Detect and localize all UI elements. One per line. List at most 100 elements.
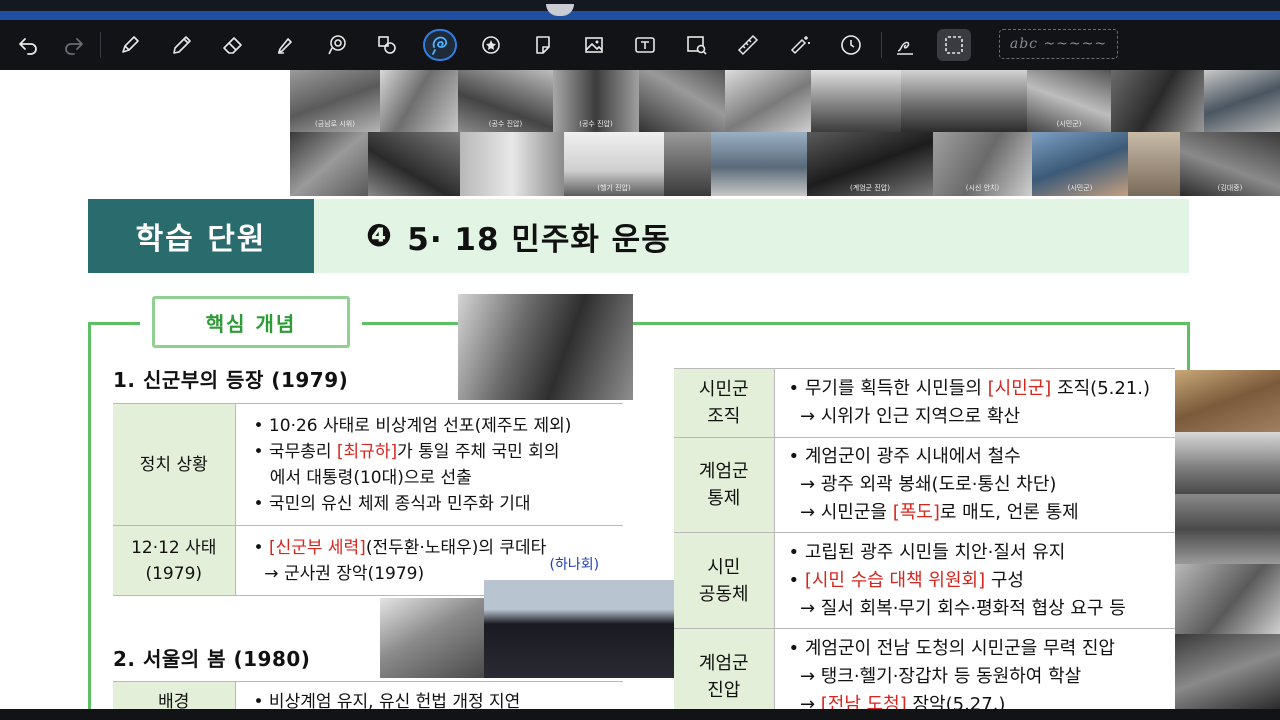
table-row: 계엄군 진압 • 계엄군이 전남 도청의 시민군을 무력 진압 → 탱크·헬기·… [674,628,1176,720]
historical-photo [460,132,564,196]
line-text: → 탱크·헬기·장갑차 등 동원하여 학살 [788,666,1082,687]
line-text: • [253,537,269,558]
row-label: 정치 상황 [113,403,236,526]
eraser-icon [223,37,242,54]
content-line: • 계엄군이 전남 도청의 시민군을 무력 진압 [789,635,1176,663]
content-line: • 국민의 유신 체제 종식과 민주화 기대 [254,491,624,517]
pencil-tool-button[interactable] [165,29,199,61]
drawing-toolbar: abc ~~~~~ [0,20,1280,70]
highlighter-tool-button[interactable] [268,29,302,61]
row-label: 시민군 조직 [674,368,775,438]
row-label-line: 진압 [707,679,741,701]
row-label-line: (1979) [145,563,203,584]
historical-photo [368,132,460,196]
text-box-button[interactable] [628,29,662,61]
eraser-tool-button[interactable] [216,29,250,61]
historical-photo [711,132,807,196]
line-text: • [788,569,805,591]
unit-title-bar: ❹ 5· 18 민주화 운동 [314,199,1189,273]
timer-icon [841,35,861,55]
pencil-icon [173,36,191,54]
historical-photo [1111,70,1204,132]
unit-title: 5· 18 민주화 운동 [407,221,671,258]
photo-caption: (공수 진압) [579,120,613,128]
table-row: 정치 상황 • 10·26 사태로 비상계엄 선포(제주도 제외) • 국무총리… [113,403,624,526]
historical-photo [725,70,811,132]
line-text: • 국민의 유신 체제 종식과 민주화 기대 [253,493,531,514]
highlighter-icon [278,38,292,54]
pen-tool-button[interactable] [113,29,147,61]
line-text: → 군사권 장악(1979) [253,563,425,584]
text-box-icon [635,37,655,53]
section-heading: 2. 서울의 봄 (1980) [113,647,311,671]
sticky-note-button[interactable] [526,29,560,61]
photo-caption: (계엄군 진압) [850,184,890,192]
historical-photo: (계엄군 진압) [807,132,933,196]
selection-tool-button[interactable] [937,29,971,61]
shapes-tool-button[interactable] [370,29,404,61]
magic-wand-icon [790,36,810,55]
historical-photo [811,70,901,132]
redo-button[interactable] [57,29,91,61]
historical-photo [290,132,368,196]
text-style-preview[interactable]: abc ~~~~~ [999,29,1118,59]
undo-icon [19,38,37,55]
shapes-icon [378,36,396,54]
content-line: → 탱크·헬기·장갑차 등 동원하여 학살 [789,663,1176,691]
window-accent-line [0,11,1280,20]
row-label-line: 12·12 사태 [131,537,217,558]
unit-number: ❹ [366,218,394,254]
historical-photo: (공수 진압) [458,70,553,132]
photo-caption: (시민군) [1067,184,1093,192]
magic-wand-button[interactable] [783,29,817,61]
line-text: (전두환·노태우)의 쿠데타 [365,537,547,558]
content-line: • 고립된 광주 시민들 치안·질서 유지 [789,539,1176,567]
historical-photo: (김대중) [1180,132,1280,196]
image-search-icon [687,36,707,55]
row-content: • 계엄군이 광주 시내에서 철수 → 광주 외곽 봉쇄(도로·통신 차단) →… [774,437,1176,533]
photo-caption: (공수 진압) [488,120,523,128]
keyword-highlight: [시민군] [987,378,1052,399]
line-text: → 시민군을 [788,502,893,523]
line-text: • 국무총리 [253,441,337,462]
ruler-tool-button[interactable] [731,29,765,61]
table-row: 시민 공동체 • 고립된 광주 시민들 치안·질서 유지 • [시민 수습 대책… [674,532,1176,629]
keyword-highlight: [신군부 세력] [268,537,366,558]
line-text: • 계엄군이 광주 시내에서 철수 [788,446,1021,467]
row-label-line: 계엄군 [698,652,749,674]
line-text: 로 매도, 언론 통제 [939,502,1079,523]
annotation-note: (하나회) [549,557,600,573]
core-concept-tab: 핵심 개념 [152,296,350,348]
row-label-line: 시민군 [698,379,749,400]
laser-pointer-button[interactable] [423,29,457,61]
lasso-tool-button[interactable] [320,29,354,61]
section1-table: 정치 상황 • 10·26 사태로 비상계엄 선포(제주도 제외) • 국무총리… [113,403,623,596]
line-text: 조직(5.21.) [1051,378,1151,399]
row-label: 12·12 사태 (1979) [113,525,236,596]
historical-photo [639,70,725,132]
historical-photo [1175,432,1280,494]
historical-photo: (시민군) [1032,132,1128,196]
historical-photo [664,132,711,196]
row-label: 시민 공동체 [674,532,775,629]
historical-photo: (공수 진압) [553,70,639,132]
content-line: • [시민 수습 대책 위원회] 구성 [789,567,1176,595]
image-search-button[interactable] [680,29,714,61]
sticker-icon [482,36,500,54]
image-insert-button[interactable] [577,29,611,61]
pen-icon [122,36,139,53]
content-line: → 시민군을 [폭도]로 매도, 언론 통제 [789,499,1176,527]
historical-photo [380,70,458,132]
content-line: → 시위가 인근 지역으로 확산 [789,403,1176,431]
timer-button[interactable] [834,29,868,61]
redo-icon [65,38,83,55]
content-line: • 무기를 획득한 시민들의 [시민군] 조직(5.21.) [789,375,1176,403]
handwriting-tool-button[interactable] [888,29,922,61]
undo-button[interactable] [11,29,45,61]
toolbar-divider [881,32,882,58]
selection-icon [945,36,963,54]
sticker-tool-button[interactable] [474,29,508,61]
content-line: → 광주 외곽 봉쇄(도로·통신 차단) [789,471,1176,499]
sticky-note-icon [536,36,550,54]
photo-caption: (헬기 진압) [597,184,631,192]
